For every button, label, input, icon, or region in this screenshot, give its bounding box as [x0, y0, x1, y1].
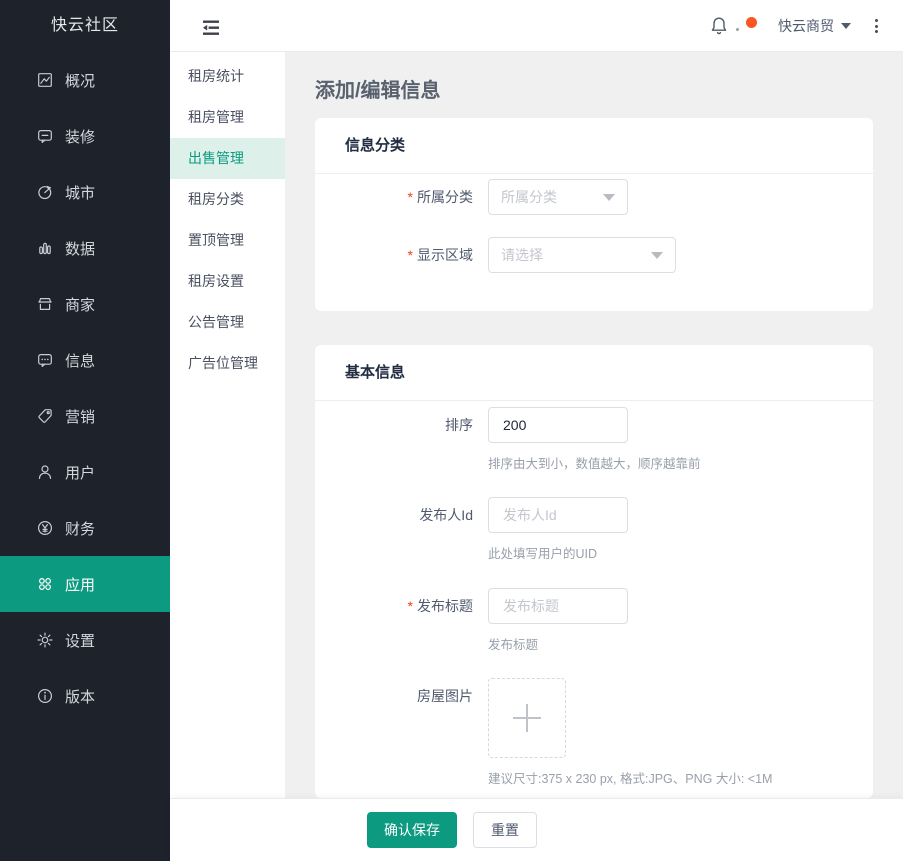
sidebar-item-label: 信息: [65, 352, 96, 370]
publish-title-input[interactable]: [488, 588, 628, 624]
sidebar-item-label: 版本: [65, 688, 96, 706]
more-menu-icon[interactable]: [875, 18, 878, 34]
sidebar-item-version[interactable]: 版本: [0, 668, 170, 724]
publisher-id-label: 发布人Id: [419, 507, 473, 523]
submenu-item-ad-manage[interactable]: 广告位管理: [170, 343, 285, 384]
sort-input[interactable]: [488, 407, 628, 443]
sidebar-item-data[interactable]: 数据: [0, 220, 170, 276]
publisher-id-hint: 此处填写用户的UID: [488, 547, 598, 561]
main-content: 添加/编辑信息 信息分类 * 所属分类 所属分类 * 显示区域 请选择 基本信息…: [285, 52, 903, 798]
page-title: 添加/编辑信息: [315, 80, 441, 102]
chevron-down-icon: [603, 193, 615, 201]
sidebar-item-settings[interactable]: 设置: [0, 612, 170, 668]
sidebar-item-apps[interactable]: 应用: [0, 556, 170, 612]
city-icon: [36, 183, 54, 201]
sidebar-item-label: 设置: [65, 632, 96, 650]
category-card-title: 信息分类: [315, 118, 873, 174]
sidebar-item-label: 营销: [65, 408, 96, 426]
plus-icon: [513, 704, 541, 732]
region-label: * 显示区域: [407, 247, 473, 263]
topbar: 快云商贸: [170, 0, 903, 52]
basic-info-card-title: 基本信息: [315, 345, 873, 401]
required-marker: *: [407, 598, 413, 614]
settings-icon: [36, 631, 54, 649]
required-marker: *: [407, 189, 413, 205]
publish-title-label: * 发布标题: [407, 598, 473, 614]
category-select-value: 所属分类: [501, 189, 557, 205]
marketing-icon: [36, 407, 54, 425]
message-icon: [36, 351, 54, 369]
submenu-item-sale-manage[interactable]: 出售管理: [170, 138, 285, 179]
sidebar-item-marketing[interactable]: 营销: [0, 388, 170, 444]
company-dropdown[interactable]: 快云商贸: [778, 16, 851, 36]
required-marker: *: [407, 247, 413, 263]
publisher-id-input[interactable]: [488, 497, 628, 533]
sidebar-item-label: 商家: [65, 296, 96, 314]
sort-label: 排序: [445, 417, 473, 433]
decoration-icon: [36, 127, 54, 145]
notification-bell-icon[interactable]: [708, 15, 730, 37]
basic-info-card: 基本信息 排序 排序由大到小，数值越大，顺序越靠前 发布人Id 此处填写用户的U…: [315, 345, 873, 798]
submenu-item-top-manage[interactable]: 置顶管理: [170, 220, 285, 261]
app-logo: 快云社区: [50, 17, 119, 34]
confirm-save-button[interactable]: 确认保存: [367, 812, 457, 848]
sidebar-item-finance[interactable]: 财务: [0, 500, 170, 556]
sidebar-item-user[interactable]: 用户: [0, 444, 170, 500]
sort-hint: 排序由大到小，数值越大，顺序越靠前: [488, 457, 701, 471]
chevron-down-icon: [651, 251, 663, 259]
region-select-value: 请选择: [501, 247, 543, 263]
submenu-item-rent-settings[interactable]: 租房设置: [170, 261, 285, 302]
merchant-icon: [36, 295, 54, 313]
category-select[interactable]: 所属分类: [488, 179, 628, 215]
sidebar-item-label: 概况: [65, 72, 96, 90]
apps-icon: [36, 575, 54, 593]
sidebar-item-message[interactable]: 信息: [0, 332, 170, 388]
submenu-item-rent-category[interactable]: 租房分类: [170, 179, 285, 220]
bell-badge-dot: [736, 27, 739, 31]
category-label: * 所属分类: [407, 189, 473, 205]
sidebar-item-label: 装修: [65, 128, 96, 146]
publish-title-hint: 发布标题: [488, 638, 539, 652]
sidebar-item-label: 财务: [65, 520, 96, 538]
chevron-down-icon: [841, 23, 851, 29]
user-icon: [36, 463, 54, 481]
sidebar-item-decoration[interactable]: 装修: [0, 108, 170, 164]
house-image-label: 房屋图片: [417, 688, 473, 704]
action-bar: 确认保存 重置: [170, 798, 903, 861]
sidebar-item-label: 应用: [65, 576, 96, 594]
image-upload-button[interactable]: [488, 678, 566, 758]
finance-icon: [36, 519, 54, 537]
submenu-item-rent-stats[interactable]: 租房统计: [170, 56, 285, 97]
version-icon: [36, 687, 54, 705]
sidebar-item-label: 城市: [65, 184, 96, 202]
submenu-item-notice-manage[interactable]: 公告管理: [170, 302, 285, 343]
secondary-menu: 租房统计 租房管理 出售管理 租房分类 置顶管理 租房设置 公告管理 广告位管理: [170, 52, 285, 861]
house-image-hint: 建议尺寸:375 x 230 px, 格式:JPG、PNG 大小: <1M: [488, 772, 773, 786]
submenu-item-rent-manage[interactable]: 租房管理: [170, 97, 285, 138]
category-card: 信息分类 * 所属分类 所属分类 * 显示区域 请选择: [315, 118, 873, 311]
sidebar: 快云社区 概况 装修 城市 数据 商家 信息 营销 用户 财务 应用 设置 版本: [0, 0, 170, 861]
menu-fold-icon[interactable]: [198, 14, 224, 40]
sidebar-item-overview[interactable]: 概况: [0, 52, 170, 108]
overview-icon: [36, 71, 54, 89]
sidebar-item-merchant[interactable]: 商家: [0, 276, 170, 332]
reset-button[interactable]: 重置: [473, 812, 537, 848]
sidebar-item-label: 数据: [65, 240, 96, 258]
region-select[interactable]: 请选择: [488, 237, 676, 273]
sidebar-item-city[interactable]: 城市: [0, 164, 170, 220]
sidebar-item-label: 用户: [65, 464, 96, 482]
status-dot: [746, 16, 757, 28]
data-icon: [36, 239, 54, 257]
company-name: 快云商贸: [778, 18, 834, 34]
